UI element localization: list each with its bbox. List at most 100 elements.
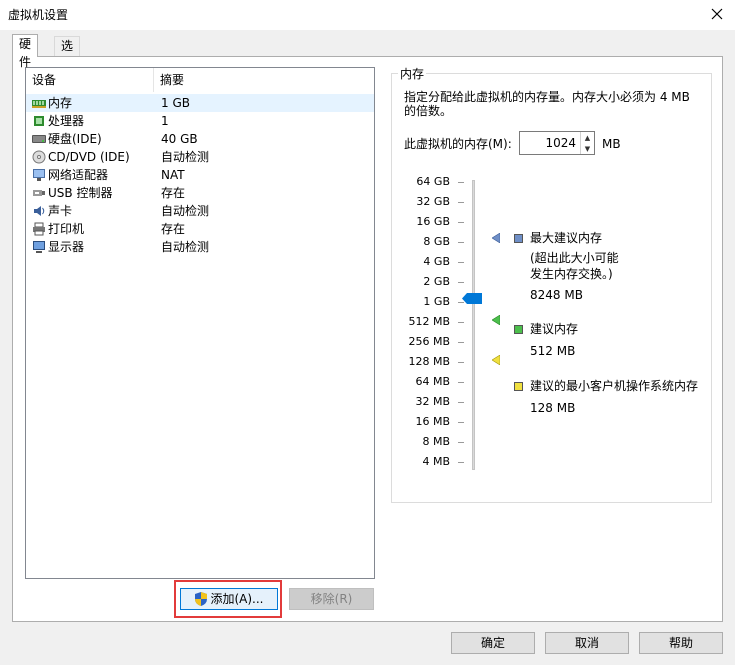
scale-tick-label: 1 GB: [423, 295, 450, 308]
memory-size-spinbox[interactable]: 1024 ▲ ▼: [519, 131, 595, 155]
scale-tick: [458, 402, 464, 403]
recommended-value: 512 MB: [530, 344, 576, 358]
device-summary: 40 GB: [161, 132, 198, 146]
cd-dvd-icon: [32, 150, 46, 164]
device-name: 内存: [48, 96, 73, 110]
device-summary: 自动检测: [161, 150, 210, 164]
scale-tick: [458, 182, 464, 183]
scale-tick-label: 2 GB: [423, 275, 450, 288]
hardware-panel: 设备 摘要 内存 1 GB 处理器 1 硬盘(IDE) 40 GB CD/DVD…: [12, 56, 723, 622]
scale-tick-label: 64 MB: [415, 375, 450, 388]
scale-tick-label: 32 MB: [415, 395, 450, 408]
device-name: 声卡: [48, 204, 73, 218]
shield-icon: [195, 592, 208, 606]
tab-hardware[interactable]: 硬件: [12, 34, 39, 69]
device-row-network[interactable]: 网络适配器 NAT: [26, 166, 374, 184]
device-row-memory[interactable]: 内存 1 GB: [26, 94, 374, 112]
remove-hardware-button[interactable]: 移除(R): [289, 588, 374, 610]
memory-size-label: 此虚拟机的内存(M):: [404, 137, 512, 151]
scale-tick: [458, 262, 464, 263]
memory-groupbox: 内存 指定分配给此虚拟机的内存量。内存大小必须为 4 MB 的倍数。 此虚拟机的…: [391, 65, 712, 503]
device-summary: 存在: [161, 186, 186, 200]
spin-up-icon[interactable]: ▲: [581, 132, 594, 143]
scale-tick: [458, 342, 464, 343]
device-name: USB 控制器: [48, 186, 113, 200]
memory-unit-label: MB: [602, 137, 621, 151]
device-summary: 1 GB: [161, 96, 190, 110]
tab-options[interactable]: 选项: [54, 36, 81, 71]
scale-tick-label: 16 GB: [416, 215, 450, 228]
device-list[interactable]: 设备 摘要 内存 1 GB 处理器 1 硬盘(IDE) 40 GB CD/DVD…: [25, 67, 375, 579]
title-bar: 虚拟机设置: [0, 0, 735, 30]
memory-size-value[interactable]: 1024: [520, 132, 580, 154]
device-row-usb[interactable]: USB 控制器 存在: [26, 184, 374, 202]
scale-tick-label: 8 GB: [423, 235, 450, 248]
close-button[interactable]: [705, 2, 729, 26]
scale-tick: [458, 242, 464, 243]
scale-tick: [458, 362, 464, 363]
column-header-summary[interactable]: 摘要: [154, 68, 374, 92]
device-row-sound[interactable]: 声卡 自动检测: [26, 202, 374, 220]
scale-tick-label: 512 MB: [408, 315, 450, 328]
cancel-button[interactable]: 取消: [545, 632, 629, 654]
device-row-printer[interactable]: 打印机 存在: [26, 220, 374, 238]
spin-down-icon[interactable]: ▼: [581, 143, 594, 154]
scale-tick-label: 4 GB: [423, 255, 450, 268]
device-name: 打印机: [48, 222, 85, 236]
device-name: 显示器: [48, 240, 85, 254]
device-name: 网络适配器: [48, 168, 109, 182]
device-name: CD/DVD (IDE): [48, 150, 130, 164]
device-row-display[interactable]: 显示器 自动检测: [26, 238, 374, 256]
max-recommended-legend-icon: [514, 234, 523, 243]
recommended-title: 建议内存: [530, 322, 579, 336]
display-icon: [33, 241, 45, 253]
scale-tick-label: 4 MB: [422, 455, 450, 468]
ok-button[interactable]: 确定: [451, 632, 535, 654]
scale-tick: [458, 382, 464, 383]
minimum-title: 建议的最小客户机操作系统内存: [530, 379, 699, 393]
hard-disk-icon: [32, 135, 46, 143]
device-row-cd-dvd[interactable]: CD/DVD (IDE) 自动检测: [26, 148, 374, 166]
add-hardware-button[interactable]: 添加(A)...: [180, 588, 278, 610]
window-title: 虚拟机设置: [8, 8, 69, 22]
memory-slider-track[interactable]: [472, 180, 475, 470]
device-summary: 1: [161, 114, 169, 128]
max-recommended-note-line1: (超出此大小可能: [530, 251, 619, 265]
device-row-processor[interactable]: 处理器 1: [26, 112, 374, 130]
scale-tick: [458, 442, 464, 443]
add-button-label: 添加(A)...: [210, 592, 264, 606]
device-name: 硬盘(IDE): [48, 132, 102, 146]
memory-icon: [32, 100, 46, 108]
column-header-device[interactable]: 设备: [26, 68, 154, 92]
close-icon: [711, 8, 723, 20]
max-recommended-marker-icon: [492, 233, 500, 243]
minimum-value: 128 MB: [530, 401, 576, 415]
scale-tick: [458, 322, 464, 323]
scale-tick-label: 64 GB: [416, 175, 450, 188]
scale-tick-label: 16 MB: [415, 415, 450, 428]
device-summary: 自动检测: [161, 204, 210, 218]
scale-tick: [458, 462, 464, 463]
printer-icon: [33, 222, 45, 236]
device-summary: 存在: [161, 222, 186, 236]
scale-tick: [458, 422, 464, 423]
usb-icon: [33, 190, 45, 196]
processor-icon: [34, 116, 44, 126]
scale-tick-label: 128 MB: [408, 355, 450, 368]
memory-description: 指定分配给此虚拟机的内存量。内存大小必须为 4 MB 的倍数。: [404, 90, 690, 118]
device-row-hard-disk[interactable]: 硬盘(IDE) 40 GB: [26, 130, 374, 148]
device-summary: NAT: [161, 168, 185, 182]
scale-tick: [458, 222, 464, 223]
memory-slider-thumb[interactable]: [462, 293, 482, 304]
help-button[interactable]: 帮助: [639, 632, 723, 654]
minimum-marker-icon: [492, 355, 500, 365]
recommended-legend-icon: [514, 325, 523, 334]
memory-group-title: 内存: [398, 65, 427, 82]
scale-tick: [458, 202, 464, 203]
sound-card-icon: [34, 206, 45, 216]
max-recommended-title: 最大建议内存: [530, 231, 603, 245]
max-recommended-note-line2: 发生内存交换。): [530, 267, 613, 281]
network-adapter-icon: [33, 169, 45, 181]
minimum-legend-icon: [514, 382, 523, 391]
scale-tick-label: 256 MB: [408, 335, 450, 348]
